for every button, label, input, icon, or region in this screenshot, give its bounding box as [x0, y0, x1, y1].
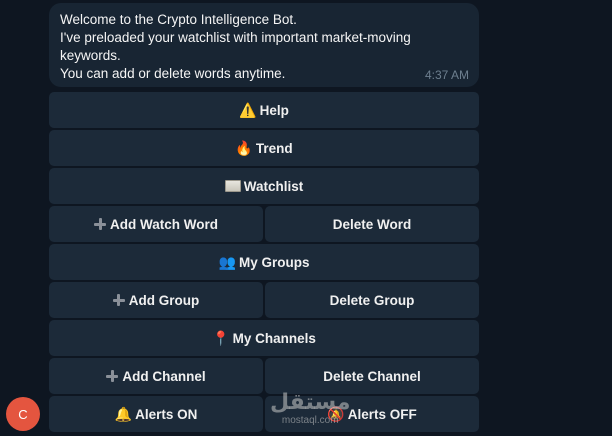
delete-group-label: Delete Group — [329, 292, 415, 308]
add-channel-label: Add Channel — [122, 368, 206, 384]
help-button[interactable]: ⚠️ Help — [49, 92, 479, 128]
bot-avatar[interactable]: C — [6, 397, 40, 431]
add-group-button[interactable]: Add Group — [49, 282, 263, 318]
my-groups-label: My Groups — [238, 254, 310, 270]
alerts-on-button[interactable]: 🔔 Alerts ON — [49, 396, 263, 432]
chat-view: Welcome to the Crypto Intelligence Bot. … — [0, 0, 612, 436]
add-channel-button[interactable]: Add Channel — [49, 358, 263, 394]
add-group-label: Add Group — [128, 292, 200, 308]
plus-icon — [94, 218, 106, 230]
watchlist-button-label: Watchlist — [243, 178, 304, 194]
delete-word-button[interactable]: Delete Word — [265, 206, 479, 242]
add-watch-word-label: Add Watch Word — [110, 216, 218, 232]
trend-button[interactable]: 🔥 Trend — [49, 130, 479, 166]
avatar-initial: C — [18, 406, 28, 422]
help-button-label: Help — [259, 102, 289, 118]
groups-icon: 👥 — [218, 254, 236, 270]
alerts-off-label: Alerts OFF — [347, 406, 417, 422]
delete-channel-label: Delete Channel — [323, 368, 421, 384]
inline-keyboard: ⚠️ Help 🔥 Trend Watchlist Add Watch Word… — [49, 92, 479, 434]
message-line: Welcome to the Crypto Intelligence Bot. — [60, 12, 297, 27]
keyboard-row: 🔥 Trend — [49, 130, 479, 166]
keyboard-row: Watchlist — [49, 168, 479, 204]
keyboard-row: 📍 My Channels — [49, 320, 479, 356]
delete-word-label: Delete Word — [332, 216, 412, 232]
my-channels-button[interactable]: 📍 My Channels — [49, 320, 479, 356]
keyboard-row: 🔔 Alerts ON 🔕 Alerts OFF — [49, 396, 479, 432]
alerts-on-label: Alerts ON — [135, 406, 198, 422]
message-line: keywords. — [60, 48, 121, 63]
bot-message-bubble: Welcome to the Crypto Intelligence Bot. … — [49, 3, 479, 87]
ledger-icon — [224, 180, 241, 192]
alerts-off-button[interactable]: 🔕 Alerts OFF — [265, 396, 479, 432]
bell-off-icon: 🔕 — [327, 406, 345, 422]
message-timestamp: 4:37 AM — [424, 68, 469, 82]
trend-button-label: Trend — [255, 140, 293, 156]
plus-icon — [112, 294, 125, 306]
keyboard-row: Add Channel Delete Channel — [49, 358, 479, 394]
watchlist-button[interactable]: Watchlist — [49, 168, 479, 204]
add-watch-word-button[interactable]: Add Watch Word — [49, 206, 263, 242]
my-groups-button[interactable]: 👥 My Groups — [49, 244, 479, 280]
pin-icon: 📍 — [212, 330, 230, 346]
fire-icon: 🔥 — [235, 140, 253, 156]
delete-channel-button[interactable]: Delete Channel — [265, 358, 479, 394]
warning-icon: ⚠️ — [239, 102, 257, 118]
message-line: I've preloaded your watchlist with impor… — [60, 30, 411, 45]
keyboard-row: 👥 My Groups — [49, 244, 479, 280]
my-channels-label: My Channels — [232, 330, 316, 346]
bell-icon: 🔔 — [114, 406, 133, 422]
keyboard-row: ⚠️ Help — [49, 92, 479, 128]
message-line: You can add or delete words anytime. — [60, 66, 286, 81]
keyboard-row: Add Watch Word Delete Word — [49, 206, 479, 242]
plus-icon — [106, 370, 119, 382]
delete-group-button[interactable]: Delete Group — [265, 282, 479, 318]
keyboard-row: Add Group Delete Group — [49, 282, 479, 318]
